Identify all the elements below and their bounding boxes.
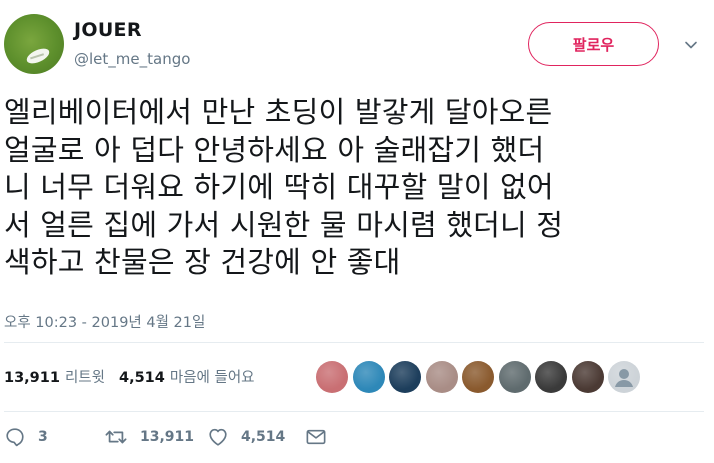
- liker-avatars: [316, 361, 645, 393]
- default-profile-icon: [615, 369, 633, 387]
- author-avatar[interactable]: [4, 14, 64, 74]
- retweet-label[interactable]: 리트윗: [65, 366, 105, 387]
- liker-avatar[interactable]: [608, 361, 640, 393]
- direct-message-button[interactable]: [305, 427, 327, 447]
- tweet-timestamp[interactable]: 오후 10:23 - 2019년 4월 21일: [4, 311, 205, 332]
- liker-avatar[interactable]: [425, 361, 458, 393]
- tweet-text: 엘리베이터에서 만난 초딩이 발갛게 달아오른 얼굴로 아 덥다 안녕하세요 아…: [4, 95, 564, 279]
- tweet-stats: 13,911 리트윗 4,514 마음에 들어요: [4, 366, 269, 387]
- liker-avatar[interactable]: [462, 361, 494, 393]
- tweet-actions: 3 13,911 4,514: [4, 422, 327, 452]
- reply-count: 3: [38, 429, 48, 445]
- liker-avatar[interactable]: [352, 361, 385, 393]
- retweet-count: 13,911: [140, 429, 195, 445]
- chevron-down-icon[interactable]: [684, 38, 698, 52]
- like-label[interactable]: 마음에 들어요: [170, 366, 255, 387]
- reply-button[interactable]: 3: [4, 426, 104, 448]
- retweet-button[interactable]: 13,911: [104, 426, 207, 448]
- author-display-name[interactable]: JOUER: [74, 19, 142, 41]
- follow-button[interactable]: 팔로우: [528, 22, 659, 66]
- retweet-icon: [105, 430, 127, 444]
- author-handle[interactable]: @let_me_tango: [74, 50, 190, 68]
- heart-icon: [209, 428, 227, 446]
- divider: [4, 342, 704, 343]
- liker-avatar[interactable]: [535, 361, 567, 393]
- like-total[interactable]: 4,514: [119, 370, 165, 386]
- liker-avatar[interactable]: [498, 361, 531, 393]
- like-count: 4,514: [241, 429, 286, 445]
- reply-icon: [6, 428, 24, 447]
- liker-avatar[interactable]: [316, 361, 348, 393]
- liker-avatar[interactable]: [389, 361, 421, 393]
- divider: [4, 411, 704, 412]
- liker-avatar[interactable]: [571, 361, 604, 393]
- envelope-icon: [306, 429, 326, 445]
- like-button[interactable]: 4,514: [207, 426, 305, 448]
- retweet-total[interactable]: 13,911: [4, 370, 60, 386]
- avatar-illustration: [24, 46, 52, 66]
